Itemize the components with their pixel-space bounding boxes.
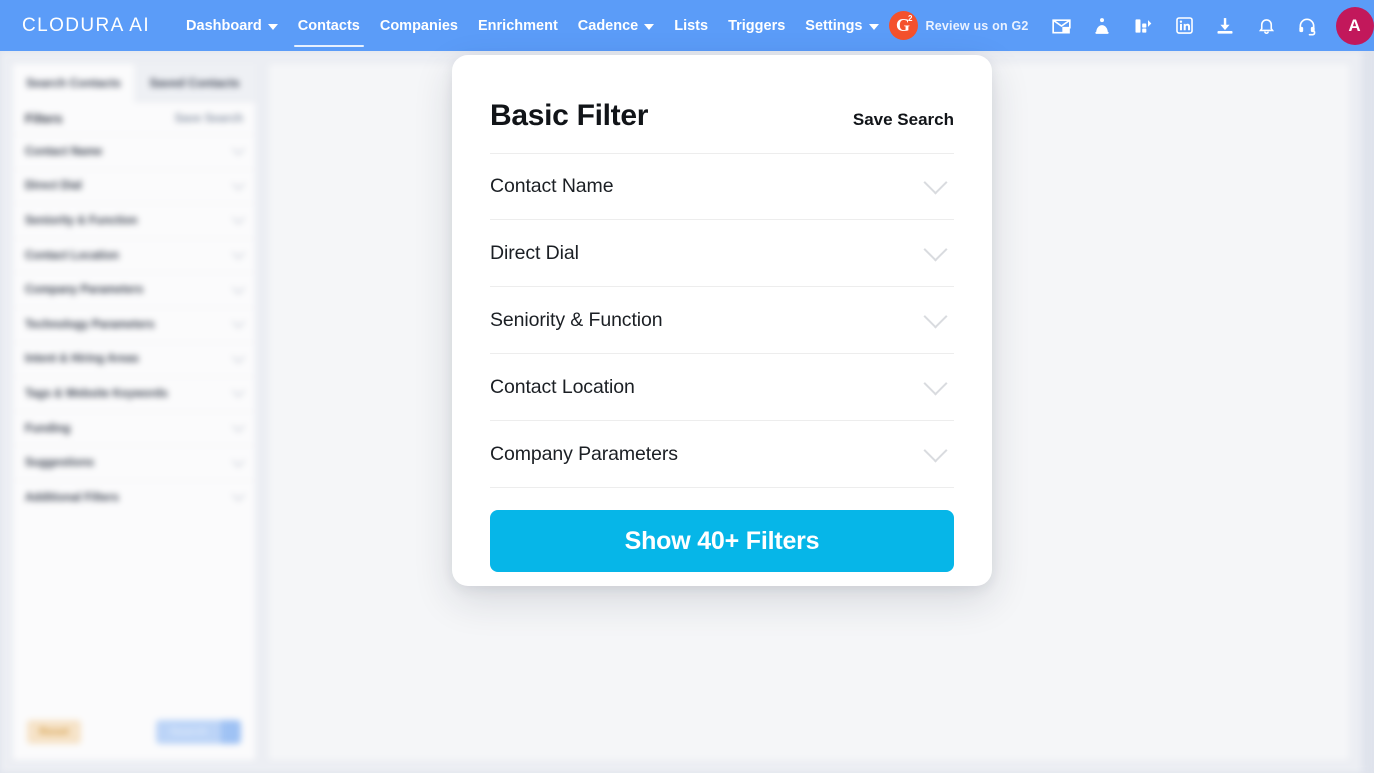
modal-filter-label: Seniority & Function: [490, 308, 663, 331]
chevron-down-icon: [923, 170, 948, 195]
modal-filter-list: Contact Name Direct Dial Seniority & Fun…: [490, 153, 954, 488]
modal-save-search-button[interactable]: Save Search: [853, 110, 954, 130]
modal-filter-row-direct-dial[interactable]: Direct Dial: [490, 220, 954, 287]
modal-filter-label: Contact Name: [490, 175, 614, 197]
modal-filter-label: Direct Dial: [490, 241, 579, 264]
modal-layer: Basic Filter Save Search Contact Name Di…: [0, 0, 1374, 773]
chevron-down-icon: [923, 370, 948, 396]
chevron-down-icon: [923, 303, 948, 329]
basic-filter-modal: Basic Filter Save Search Contact Name Di…: [452, 55, 992, 586]
chevron-down-icon: [923, 236, 948, 262]
modal-filter-row-contact-location[interactable]: Contact Location: [490, 354, 954, 421]
chevron-down-icon: [923, 437, 948, 463]
modal-filter-label: Contact Location: [490, 375, 635, 398]
show-more-filters-button[interactable]: Show 40+ Filters: [490, 510, 954, 572]
modal-title: Basic Filter: [490, 99, 649, 132]
modal-filter-row-seniority-function[interactable]: Seniority & Function: [490, 287, 954, 354]
modal-filter-row-contact-name[interactable]: Contact Name: [490, 153, 954, 220]
modal-filter-row-company-parameters[interactable]: Company Parameters: [490, 421, 954, 488]
modal-filter-label: Company Parameters: [490, 442, 678, 465]
modal-header: Basic Filter Save Search: [490, 89, 954, 153]
